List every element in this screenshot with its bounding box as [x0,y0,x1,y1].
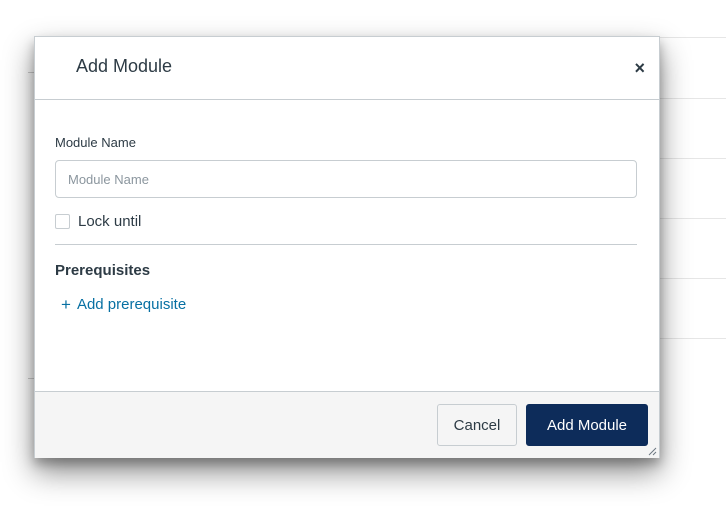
add-prerequisite-link[interactable]: + Add prerequisite [61,296,186,313]
module-name-label: Module Name [55,135,136,150]
add-prerequisite-label[interactable]: Add prerequisite [77,296,186,313]
plus-icon: + [61,295,71,314]
lock-until-row[interactable]: Lock until [55,213,141,230]
lock-until-checkbox[interactable] [55,214,70,229]
lock-until-label[interactable]: Lock until [78,213,141,230]
module-name-input[interactable] [55,160,637,198]
dialog-header: Add Module × [35,37,659,100]
prerequisites-heading: Prerequisites [55,262,151,279]
add-module-dialog: Add Module × Module Name Lock until Prer… [34,36,660,458]
section-divider [55,244,637,245]
background-divider [656,158,726,159]
background-divider [656,278,726,279]
background-divider [656,98,726,99]
background-divider [656,218,726,219]
resize-grip-icon[interactable] [647,446,657,456]
dialog-title: Add Module [76,56,173,76]
close-icon[interactable]: × [634,59,645,77]
dialog-footer: Cancel Add Module [35,391,659,458]
background-divider [656,338,726,339]
background-divider [656,37,726,38]
cancel-button[interactable]: Cancel [437,404,517,446]
add-module-button[interactable]: Add Module [526,404,648,446]
